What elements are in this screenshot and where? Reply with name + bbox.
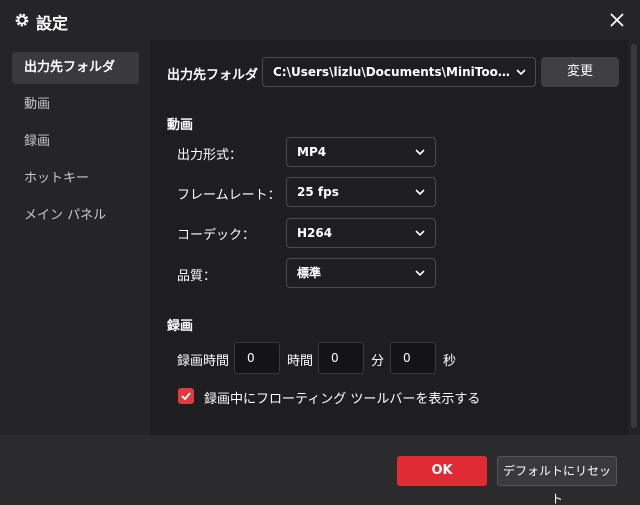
output-folder-path: C:\Users\lizlu\Documents\MiniTool Vi... — [273, 65, 511, 79]
minutes-unit: 分 — [371, 354, 385, 369]
checkmark-icon — [181, 392, 191, 401]
output-folder-label: 出力先フォルダ — [167, 68, 259, 83]
ok-button[interactable]: OK — [397, 456, 487, 486]
chevron-down-icon — [516, 69, 526, 76]
format-label: 出力形式： — [177, 148, 243, 163]
format-select[interactable]: MP4 — [286, 137, 436, 167]
codec-select[interactable]: H264 — [286, 218, 436, 248]
seconds-input[interactable]: 0 — [390, 342, 436, 374]
chevron-down-icon — [415, 149, 425, 156]
sidebar-item-recording[interactable]: 録画 — [12, 126, 139, 158]
close-icon[interactable] — [608, 11, 626, 29]
quality-value: 標準 — [297, 266, 322, 280]
duration-label: 録画時間 — [177, 354, 230, 369]
hours-unit: 時間 — [287, 354, 314, 369]
video-section-title: 動画 — [167, 118, 194, 133]
framerate-value: 25 fps — [297, 185, 339, 199]
gear-icon — [15, 13, 29, 27]
window-title: 設定 — [36, 14, 69, 33]
scrollbar-thumb[interactable] — [631, 44, 637, 428]
framerate-label: フレームレート： — [177, 188, 281, 203]
framerate-select[interactable]: 25 fps — [286, 177, 436, 207]
quality-label: 品質： — [177, 269, 217, 284]
format-value: MP4 — [297, 145, 327, 159]
sidebar-item-main-panel[interactable]: メイン パネル — [12, 200, 139, 232]
sidebar-item-video[interactable]: 動画 — [12, 89, 139, 121]
quality-select[interactable]: 標準 — [286, 258, 436, 288]
hours-input[interactable]: 0 — [234, 342, 280, 374]
sidebar-item-hotkeys[interactable]: ホットキー — [12, 163, 139, 195]
recording-section-title: 録画 — [167, 319, 194, 334]
codec-label: コーデック： — [177, 228, 256, 243]
sidebar-item-output-folder[interactable]: 出力先フォルダ — [12, 52, 139, 84]
change-folder-button[interactable]: 変更 — [541, 57, 619, 87]
title-bar: 設定 — [0, 0, 640, 40]
chevron-down-icon — [415, 270, 425, 277]
seconds-unit: 秒 — [443, 354, 457, 369]
output-folder-select[interactable]: C:\Users\lizlu\Documents\MiniTool Vi... — [262, 57, 536, 87]
floating-toolbar-checkbox[interactable] — [178, 388, 194, 404]
chevron-down-icon — [415, 230, 425, 237]
chevron-down-icon — [415, 189, 425, 196]
reset-defaults-button[interactable]: デフォルトにリセット — [497, 456, 617, 505]
floating-toolbar-label[interactable]: 録画中にフローティング ツールバーを表示する — [204, 388, 480, 407]
codec-value: H264 — [297, 226, 333, 240]
minutes-input[interactable]: 0 — [318, 342, 364, 374]
